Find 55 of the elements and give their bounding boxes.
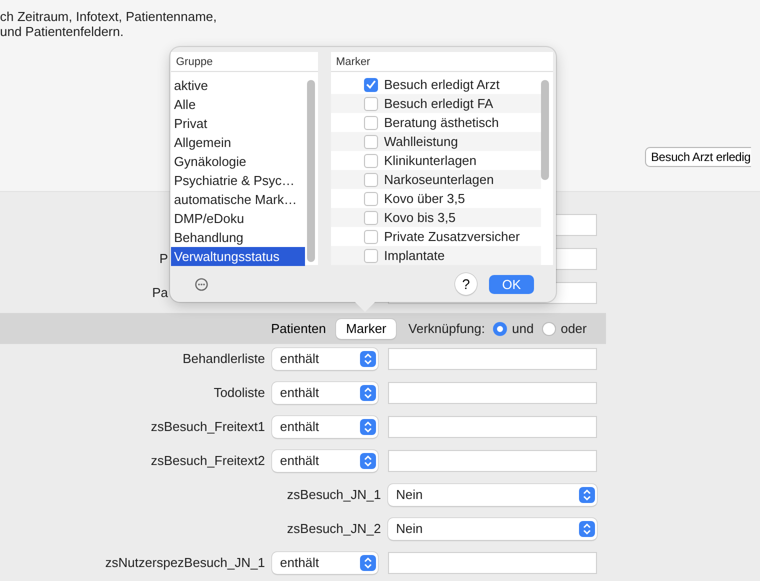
marker-label: Kovo über 3,5 bbox=[384, 190, 465, 208]
group-item[interactable]: Gynäkologie bbox=[171, 152, 305, 171]
help-button[interactable]: ? bbox=[455, 273, 477, 295]
operator-dropdown[interactable]: enthält bbox=[272, 348, 378, 370]
value-dropdown[interactable]: Nein bbox=[388, 484, 597, 506]
marker-label: Besuch erledigt Arzt bbox=[384, 76, 500, 94]
dropdown-value: enthält bbox=[280, 418, 320, 436]
marker-label: Implantate bbox=[384, 246, 445, 265]
field-label: zsBesuch_Freitext2 bbox=[150, 452, 265, 470]
marker-label: Kovo bis 3,5 bbox=[384, 208, 456, 227]
segment-tab[interactable]: Patienten bbox=[261, 318, 336, 338]
column-header: Marker bbox=[331, 52, 553, 72]
radio-label: und bbox=[512, 320, 534, 338]
segment-tab[interactable]: Marker bbox=[336, 318, 396, 338]
link-label: Verknüpfung: bbox=[408, 320, 486, 338]
field-label: zsBesuch_Freitext1 bbox=[150, 418, 265, 436]
marker-label: Klinikunterlagen bbox=[384, 152, 477, 170]
column-header: Gruppe bbox=[171, 52, 318, 72]
group-item[interactable]: Behandlung bbox=[171, 228, 305, 247]
field-label: zsNutzerspezBesuch_JN_1 bbox=[104, 554, 265, 572]
value-dropdown[interactable]: Nein bbox=[388, 518, 597, 540]
dropdown-value: Nein bbox=[396, 486, 423, 504]
field-label: Todoliste bbox=[212, 384, 265, 402]
group-item[interactable]: Alle bbox=[171, 95, 305, 114]
dropdown-value: enthält bbox=[280, 554, 320, 572]
marker-label: Besuch erledigt FA bbox=[384, 94, 494, 113]
operator-dropdown[interactable]: enthält bbox=[272, 450, 378, 472]
field-label: zsBesuch_JN_2 bbox=[286, 520, 381, 538]
operator-dropdown[interactable]: enthält bbox=[272, 382, 378, 404]
dropdown-value: enthält bbox=[280, 384, 320, 402]
marker-label: Private Zusatzversicher bbox=[384, 228, 520, 246]
ok-button[interactable]: OK bbox=[489, 275, 534, 294]
dropdown-value: enthält bbox=[280, 350, 320, 368]
marker-label: Wahlleistung bbox=[384, 132, 458, 151]
info-text: und Patientenfeldern. bbox=[0, 24, 125, 39]
group-item[interactable]: aktive bbox=[171, 76, 305, 95]
marker-label: Narkoseunterlagen bbox=[384, 170, 494, 189]
group-item[interactable]: DMP/eDoku bbox=[171, 209, 305, 228]
marker-label: Beratung ästhetisch bbox=[384, 114, 499, 132]
action-button[interactable]: Besuch Arzt erledig bbox=[645, 147, 751, 167]
group-item[interactable]: automatische Mark… bbox=[171, 190, 305, 209]
radio-label: oder bbox=[560, 320, 587, 338]
dropdown-value: enthält bbox=[280, 452, 320, 470]
field-label: zsBesuch_JN_1 bbox=[286, 486, 381, 504]
info-text: ch Zeitraum, Infotext, Patientenname, bbox=[0, 9, 218, 24]
field-label: P bbox=[159, 251, 168, 266]
group-item[interactable]: Verwaltungsstatus bbox=[171, 247, 305, 266]
group-item[interactable]: Psychiatrie & Psyc… bbox=[171, 171, 305, 190]
field-label: Behandlerliste bbox=[182, 350, 265, 368]
group-item[interactable]: Privat bbox=[171, 114, 305, 133]
field-label: Pa bbox=[152, 285, 168, 300]
operator-dropdown[interactable]: enthält bbox=[272, 416, 378, 438]
operator-dropdown[interactable]: enthält bbox=[272, 552, 378, 574]
dropdown-value: Nein bbox=[396, 520, 423, 538]
group-item[interactable]: Allgemein bbox=[171, 133, 305, 152]
